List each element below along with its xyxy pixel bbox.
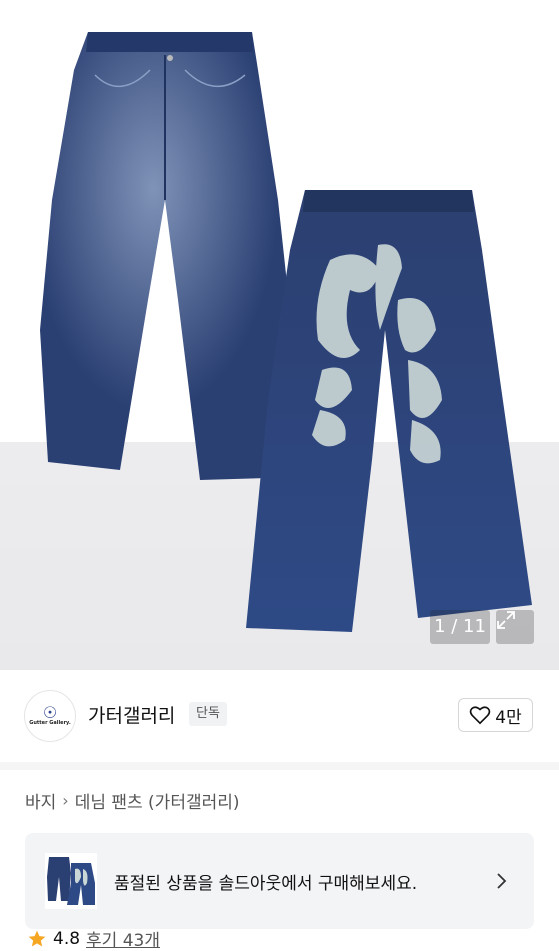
exclusive-badge: 단독 [189, 702, 227, 726]
product-thumbnail [45, 853, 97, 909]
brand-logo-text: Gutter Gallery. [29, 720, 71, 726]
reviews-link[interactable]: 후기 43개 [86, 926, 160, 951]
breadcrumb: 바지 › 데님 팬츠 (가터갤러리) [25, 788, 240, 813]
like-button[interactable]: 4만 [458, 698, 533, 732]
breadcrumb-category[interactable]: 바지 [25, 788, 56, 813]
soldout-banner[interactable]: 품절된 상품을 솔드아웃에서 구매해보세요. [25, 833, 534, 929]
image-counter: 1 / 11 [430, 610, 490, 644]
soldout-message: 품절된 상품을 솔드아웃에서 구매해보세요. [114, 874, 418, 894]
expand-icon[interactable] [496, 610, 534, 644]
like-count: 4만 [495, 707, 522, 728]
section-divider [0, 762, 559, 770]
brand-row: ☉ Gutter Gallery. 가터갤러리 단독 4만 [0, 670, 559, 762]
front-pants [40, 32, 292, 480]
brand-name[interactable]: 가터갤러리 [88, 701, 175, 728]
product-image[interactable]: 1 / 11 [0, 0, 559, 670]
brand-logo-icon: ☉ [42, 703, 58, 722]
star-icon [28, 930, 46, 946]
chevron-right-icon [497, 873, 507, 889]
breadcrumb-subcategory[interactable]: 데님 팬츠 (가터갤러리) [75, 788, 240, 813]
back-pants [246, 190, 532, 632]
rating-score: 4.8 [53, 928, 81, 949]
rating[interactable]: 4.8 후기 43개 [27, 926, 160, 951]
chevron-right-icon: › [62, 791, 69, 810]
heart-icon [470, 706, 491, 725]
denim-pants-illustration [40, 32, 532, 632]
brand-logo[interactable]: ☉ Gutter Gallery. [24, 690, 76, 742]
